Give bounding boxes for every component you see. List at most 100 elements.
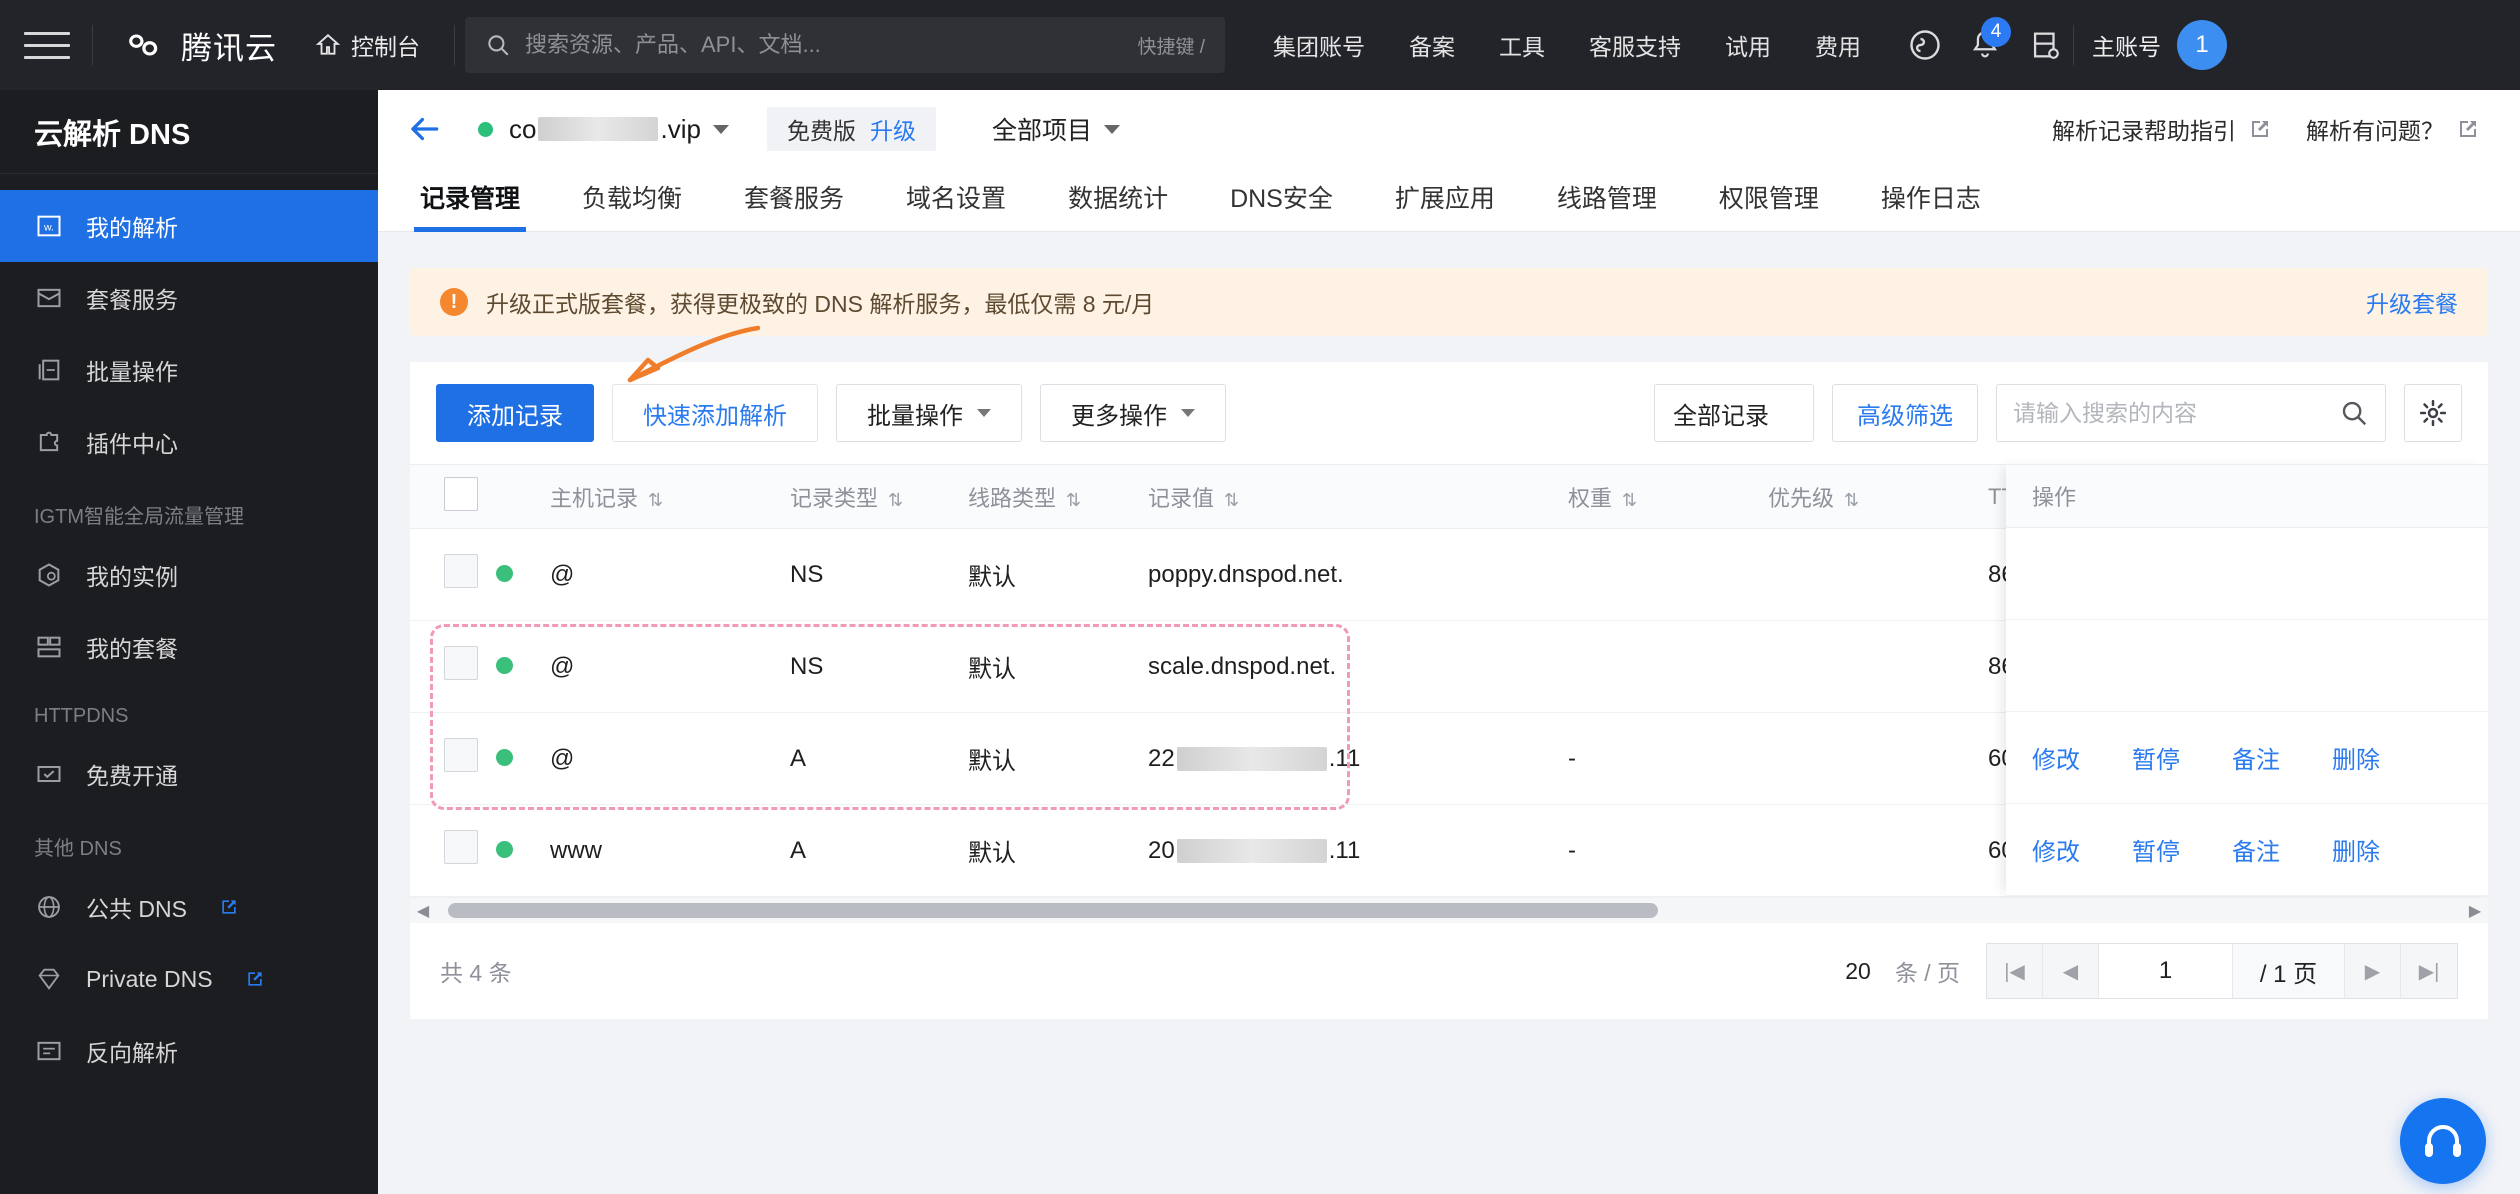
console-link[interactable]: 控制台	[315, 28, 420, 62]
topmenu-item-4[interactable]: 试用	[1703, 28, 1793, 62]
tab-domain-settings[interactable]: 域名设置	[906, 179, 1006, 231]
op-pause-link[interactable]: 暂停	[2132, 832, 2180, 867]
domain-selector[interactable]: co .vip	[509, 114, 729, 145]
sidebar-item-package-service[interactable]: 套餐服务	[0, 262, 378, 334]
next-page-button[interactable]: ▶	[2345, 944, 2401, 998]
console-label: 控制台	[351, 34, 420, 60]
free-activate-icon	[34, 759, 64, 789]
sidebar-item-public-dns[interactable]: 公共 DNS	[0, 871, 378, 943]
tab-operation-log[interactable]: 操作日志	[1881, 179, 1981, 231]
col-header-weight[interactable]: 权重 ⇅	[1568, 464, 1768, 529]
topmenu-item-5[interactable]: 费用	[1793, 28, 1883, 62]
page-header: co .vip 免费版 升级 全部项目 解析记录帮助指引 解析有问题？ 记录管理…	[378, 90, 2520, 232]
sidebar-item-my-resolution[interactable]: w. 我的解析	[0, 190, 378, 262]
status-dot	[496, 840, 513, 858]
cell-host: @	[550, 620, 790, 713]
op-remark-link[interactable]: 备注	[2232, 832, 2280, 867]
topmenu-item-3[interactable]: 客服支持	[1567, 28, 1703, 62]
records-search-box[interactable]	[1996, 384, 2386, 442]
myplan-icon	[34, 632, 64, 662]
op-delete-link[interactable]: 删除	[2332, 832, 2380, 867]
op-pause-link[interactable]: 暂停	[2132, 740, 2180, 775]
tab-load-balance[interactable]: 负载均衡	[582, 179, 682, 231]
batch-operation-dropdown[interactable]: 批量操作	[836, 384, 1022, 442]
page-size-select[interactable]: 20 条 / 页	[1845, 954, 1960, 988]
select-all-checkbox[interactable]	[444, 476, 478, 511]
batch-icon	[34, 355, 64, 385]
tab-dns-security[interactable]: DNS安全	[1230, 179, 1333, 231]
global-search-box[interactable]: 快捷键 /	[465, 17, 1225, 73]
records-search-input[interactable]	[2013, 399, 2339, 427]
col-label: 主机记录	[550, 485, 639, 511]
col-header-line[interactable]: 线路类型 ⇅	[968, 464, 1148, 529]
op-remark-link[interactable]: 备注	[2232, 740, 2280, 775]
op-edit-link[interactable]: 修改	[2032, 740, 2080, 775]
row-status-cell	[496, 528, 550, 621]
project-selector[interactable]: 全部项目	[992, 111, 1120, 147]
sidebar-item-plugin-center[interactable]: 插件中心	[0, 406, 378, 478]
sidebar-item-my-instance[interactable]: 我的实例	[0, 539, 378, 611]
sidebar-item-my-package[interactable]: 我的套餐	[0, 611, 378, 683]
topmenu-item-1[interactable]: 备案	[1387, 28, 1477, 62]
diamond-icon	[34, 964, 64, 994]
plan-upgrade-link[interactable]: 升级	[870, 112, 916, 146]
sidebar-item-label: 我的实例	[86, 564, 178, 590]
scroll-left-icon[interactable]: ◀	[410, 898, 436, 924]
value-suffix: .11	[1328, 836, 1361, 864]
upgrade-package-button[interactable]: 升级套餐	[2366, 285, 2458, 319]
sort-icon: ⇅	[1844, 489, 1860, 510]
topmenu-item-0[interactable]: 集团账号	[1251, 28, 1387, 62]
tab-data-statistics[interactable]: 数据统计	[1068, 179, 1168, 231]
horizontal-scrollbar[interactable]: ◀ ▶	[410, 897, 2488, 923]
page-number-input[interactable]: 1	[2099, 944, 2233, 998]
user-menu[interactable]: 主账号 1	[2092, 20, 2227, 70]
col-header-host[interactable]: 主机记录 ⇅	[550, 464, 790, 529]
last-page-button[interactable]: ▶|	[2401, 944, 2457, 998]
add-record-button[interactable]: 添加记录	[436, 384, 594, 442]
row-checkbox[interactable]	[444, 554, 478, 588]
row-checkbox[interactable]	[444, 738, 478, 772]
global-search-input[interactable]	[525, 32, 1138, 58]
tab-permission-management[interactable]: 权限管理	[1719, 179, 1819, 231]
column-settings-button[interactable]	[2404, 384, 2462, 442]
search-icon[interactable]	[2339, 398, 2369, 428]
sidebar-item-private-dns[interactable]: Private DNS	[0, 943, 378, 1015]
cell-value: 22.11	[1148, 712, 1568, 805]
row-checkbox[interactable]	[444, 646, 478, 680]
col-header-priority[interactable]: 优先级 ⇅	[1768, 464, 1988, 529]
sidebar-item-free-activate[interactable]: 免费开通	[0, 738, 378, 810]
wechat-mini-icon[interactable]	[1897, 17, 1953, 73]
row-checkbox[interactable]	[444, 830, 478, 864]
status-dot	[496, 564, 513, 582]
customer-support-button[interactable]	[2400, 1098, 2486, 1184]
sidebar-item-batch-ops[interactable]: 批量操作	[0, 334, 378, 406]
topmenu-item-2[interactable]: 工具	[1477, 28, 1567, 62]
workbench-button[interactable]	[2017, 17, 2073, 73]
sidebar-item-reverse-resolution[interactable]: 反向解析	[0, 1015, 378, 1087]
tab-line-management[interactable]: 线路管理	[1557, 179, 1657, 231]
tab-package-service[interactable]: 套餐服务	[744, 179, 844, 231]
menu-hamburger-icon[interactable]	[24, 27, 70, 63]
package-icon	[34, 283, 64, 313]
quick-add-record-button[interactable]: 快速添加解析	[612, 384, 818, 442]
back-button[interactable]	[404, 109, 444, 149]
scroll-right-icon[interactable]: ▶	[2462, 898, 2488, 924]
more-operation-dropdown[interactable]: 更多操作	[1040, 384, 1226, 442]
tab-extensions[interactable]: 扩展应用	[1395, 179, 1495, 231]
brand-logo-link[interactable]: 腾讯云	[121, 22, 277, 68]
op-edit-link[interactable]: 修改	[2032, 832, 2080, 867]
tab-record-management[interactable]: 记录管理	[413, 179, 527, 232]
col-header-type[interactable]: 记录类型 ⇅	[790, 464, 968, 529]
op-delete-link[interactable]: 删除	[2332, 740, 2380, 775]
prev-page-button[interactable]: ◀	[2043, 944, 2099, 998]
help-question-link[interactable]: 解析有问题？	[2306, 112, 2480, 146]
notifications-button[interactable]: 4	[1957, 17, 2013, 73]
operations-sticky-column: 操作 修改 暂停 备注 删除 修改 暂停 备注 删除	[2006, 464, 2488, 896]
first-page-button[interactable]: |◀	[1987, 944, 2043, 998]
advanced-filter-button[interactable]: 高级筛选	[1832, 384, 1978, 442]
col-header-value[interactable]: 记录值 ⇅	[1148, 464, 1568, 529]
scrollbar-thumb[interactable]	[448, 902, 1658, 918]
help-guide-link[interactable]: 解析记录帮助指引	[2052, 112, 2272, 146]
record-filter-select[interactable]: 全部记录	[1654, 384, 1814, 442]
scrollbar-track[interactable]	[436, 898, 2462, 924]
